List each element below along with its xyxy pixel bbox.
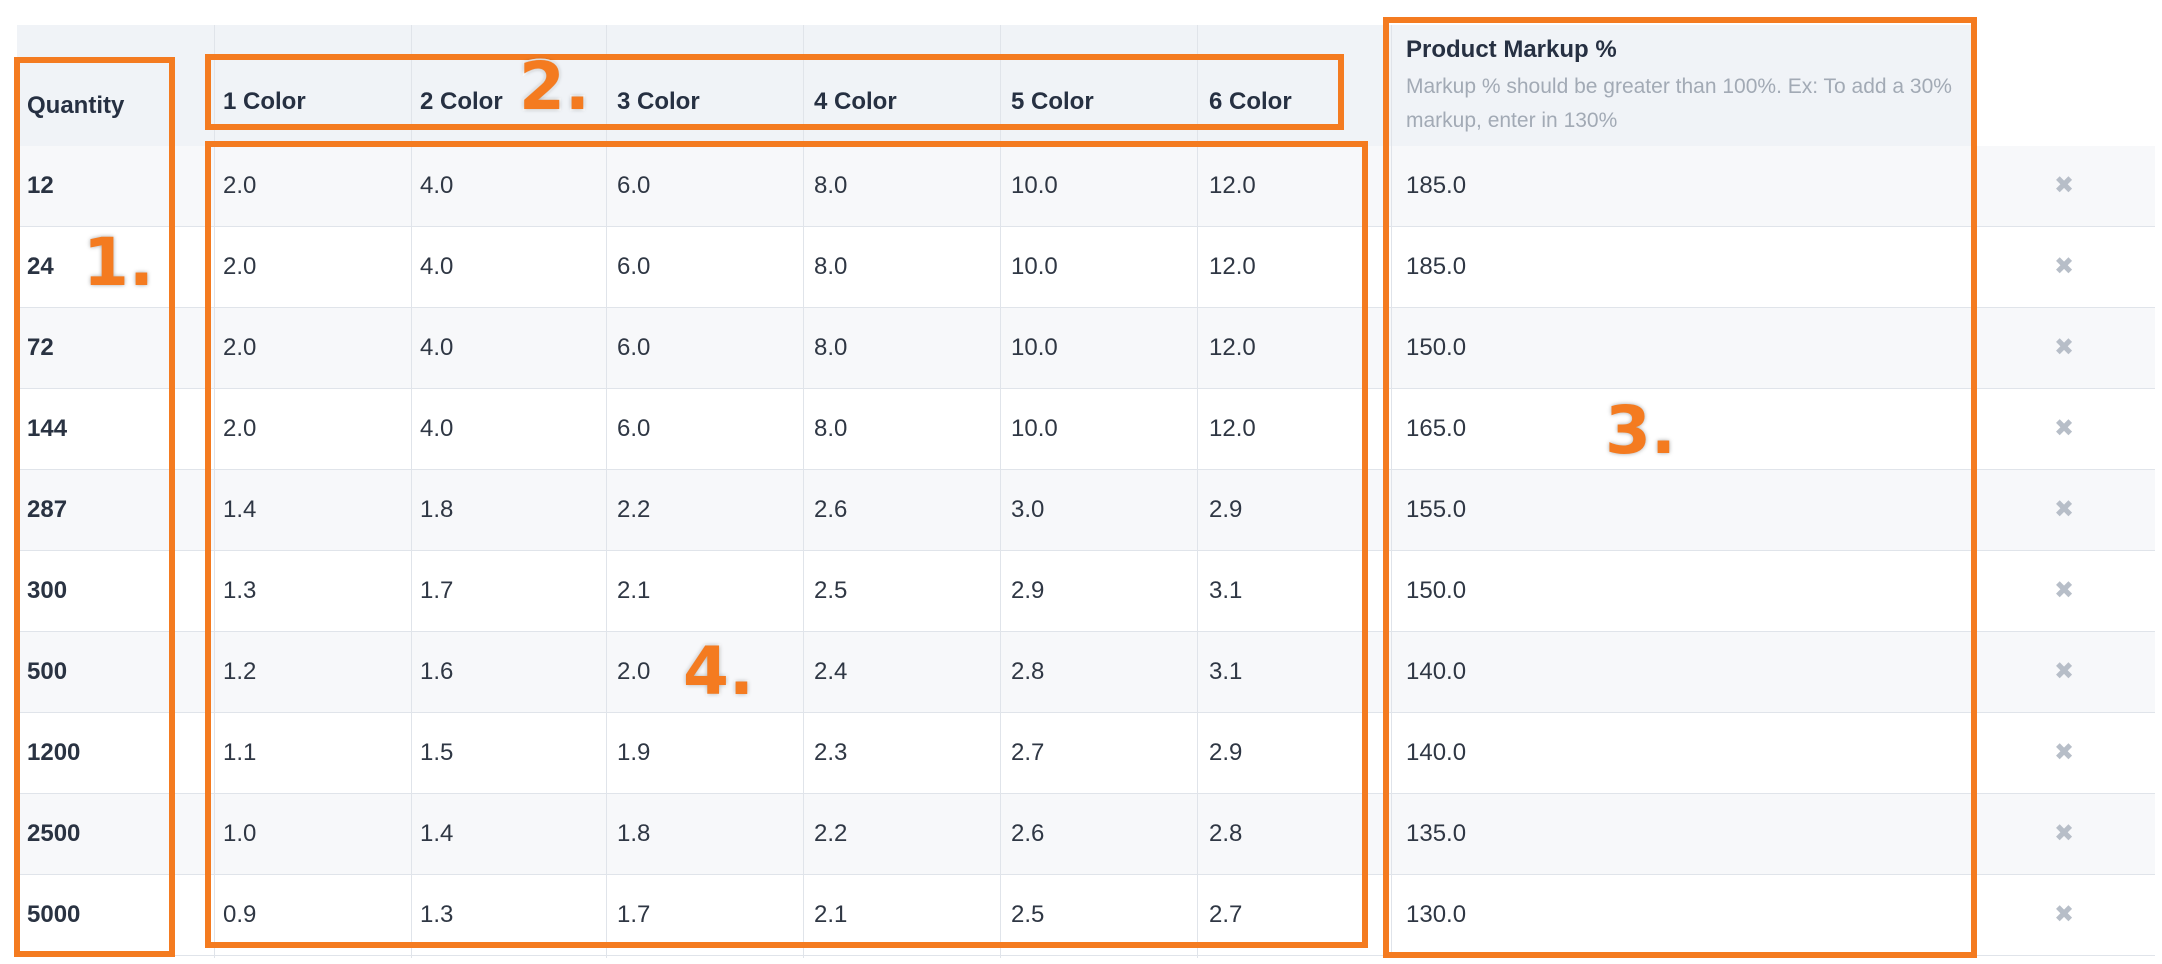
annotation-box-markup (1383, 17, 1977, 958)
close-icon[interactable]: ✖ (2054, 576, 2074, 605)
close-icon[interactable]: ✖ (2054, 738, 2074, 767)
close-icon[interactable]: ✖ (2054, 819, 2074, 848)
annotation-box-color-headers (205, 54, 1344, 130)
annotation-label-4: 4. (682, 633, 756, 710)
close-icon[interactable]: ✖ (2054, 495, 2074, 524)
annotation-label-2: 2. (518, 48, 592, 125)
close-icon[interactable]: ✖ (2054, 171, 2074, 200)
close-icon[interactable]: ✖ (2054, 657, 2074, 686)
annotation-label-1: 1. (82, 224, 156, 301)
close-icon[interactable]: ✖ (2054, 900, 2074, 929)
annotation-box-quantity (14, 57, 175, 957)
close-icon[interactable]: ✖ (2054, 414, 2074, 443)
annotation-label-3: 3. (1604, 392, 1678, 469)
close-icon[interactable]: ✖ (2054, 252, 2074, 281)
close-icon[interactable]: ✖ (2054, 333, 2074, 362)
annotation-box-prices (205, 141, 1368, 948)
